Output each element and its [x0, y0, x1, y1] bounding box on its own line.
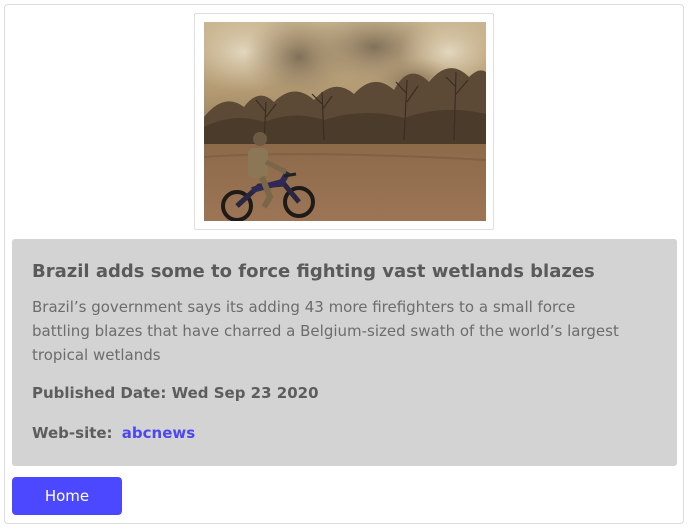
news-card: Brazil adds some to force fighting vast …	[4, 4, 684, 524]
home-button[interactable]: Home	[12, 477, 122, 515]
website-label: Web-site:	[32, 424, 113, 442]
published-date-row: Published Date: Wed Sep 23 2020	[32, 381, 657, 405]
website-row: Web-site: abcnews	[32, 421, 657, 445]
article-image	[204, 22, 486, 221]
article-description: Brazil’s government says its adding 43 m…	[32, 298, 619, 364]
website-link[interactable]: abcnews	[122, 424, 195, 442]
article-image-frame	[194, 13, 494, 230]
article-details-panel: Brazil adds some to force fighting vast …	[12, 239, 677, 466]
article-title: Brazil adds some to force fighting vast …	[32, 261, 595, 282]
published-date-label: Published Date:	[32, 384, 167, 402]
published-date-value: Wed Sep 23 2020	[171, 384, 319, 402]
